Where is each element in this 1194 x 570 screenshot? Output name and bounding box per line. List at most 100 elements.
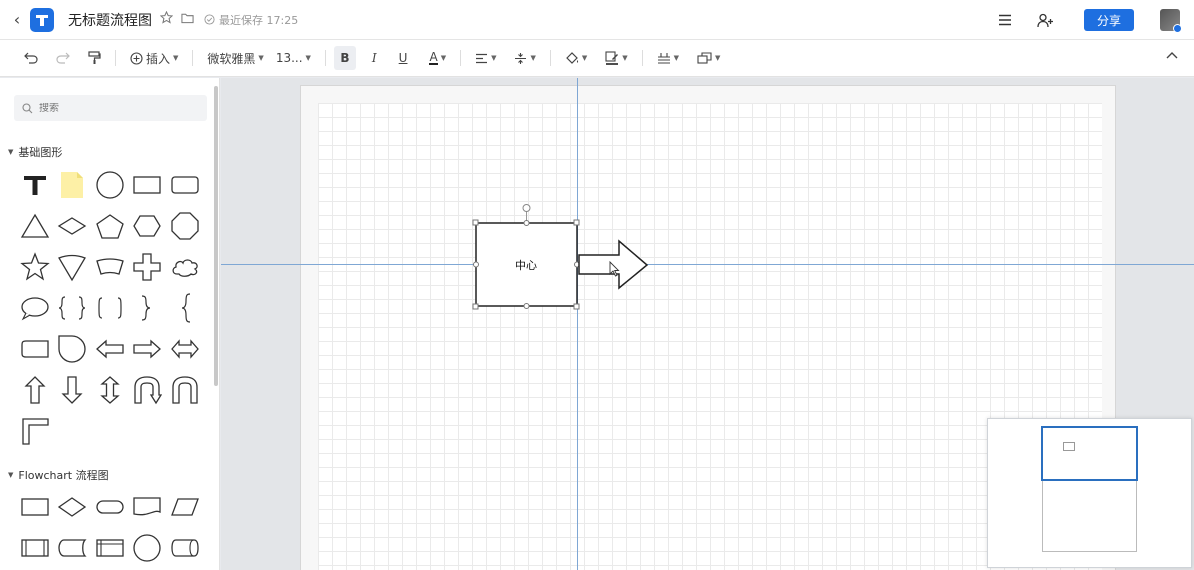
shape-data-storage[interactable] <box>16 328 54 369</box>
shape-circle[interactable] <box>91 164 129 205</box>
flow-internal-storage[interactable] <box>91 527 129 568</box>
shape-cloud[interactable] <box>166 246 204 287</box>
line-color-button[interactable]: ▼ <box>599 46 633 70</box>
avatar[interactable] <box>1160 9 1182 33</box>
shape-ellipse-callout[interactable] <box>16 287 54 328</box>
paint-bucket-icon <box>566 51 578 64</box>
caret-down-icon: ▼ <box>440 54 447 62</box>
shape-star[interactable] <box>16 246 54 287</box>
shape-up-arrow[interactable] <box>16 369 54 410</box>
shape-down-arrow[interactable] <box>54 369 92 410</box>
flow-decision[interactable] <box>54 486 92 527</box>
shape-u-shape[interactable] <box>166 369 204 410</box>
format-painter-button[interactable] <box>82 46 107 70</box>
align-button[interactable]: ▼ <box>469 46 502 70</box>
shape-braces[interactable] <box>54 287 92 328</box>
shape-arc-trapezoid[interactable] <box>91 246 129 287</box>
toolbar-divider <box>549 50 551 66</box>
shape-rounded-rectangle[interactable] <box>166 164 204 205</box>
font-family-select[interactable]: 微软雅黑 ▼ <box>201 46 269 70</box>
shape-note[interactable] <box>54 164 92 205</box>
collapse-toolbar-icon[interactable] <box>1166 48 1178 63</box>
resize-handle-n[interactable] <box>523 220 530 226</box>
redo-button[interactable] <box>50 46 76 70</box>
line-style-button[interactable]: ▼ <box>651 46 685 70</box>
shape-pentagon[interactable] <box>91 205 129 246</box>
rectangle-label[interactable]: 中心 <box>476 257 576 273</box>
shape-corner[interactable] <box>16 410 54 451</box>
share-button[interactable]: 分享 <box>1084 9 1134 31</box>
shape-search[interactable] <box>14 95 207 121</box>
shape-u-turn-arrow[interactable] <box>129 369 167 410</box>
resize-handle-sw[interactable] <box>472 303 479 310</box>
arrange-icon <box>697 52 712 64</box>
shape-left-brace[interactable] <box>166 287 204 328</box>
shape-cross[interactable] <box>129 246 167 287</box>
sidebar-scrollbar[interactable] <box>214 86 218 386</box>
shape-diamond[interactable] <box>54 205 92 246</box>
search-input[interactable] <box>39 102 189 114</box>
resize-handle-ne[interactable] <box>573 219 580 226</box>
flow-data[interactable] <box>166 486 204 527</box>
resize-handle-se[interactable] <box>573 303 580 310</box>
vertical-align-button[interactable]: ▼ <box>508 46 541 70</box>
shape-double-arrow[interactable] <box>166 328 204 369</box>
caret-down-icon: ▼ <box>581 54 588 62</box>
italic-button[interactable]: I <box>366 46 383 70</box>
format-toolbar: 插入 ▼ 微软雅黑 ▼ 13... ▼ B I U A ▼ ▼ ▼ ▼ ▼ ▼ … <box>0 40 1194 77</box>
flow-connector[interactable] <box>129 527 167 568</box>
shape-right-arrow[interactable] <box>129 328 167 369</box>
flow-predefined-process[interactable] <box>16 527 54 568</box>
resize-handle-nw[interactable] <box>472 219 479 226</box>
underline-button[interactable]: U <box>393 46 414 70</box>
resize-handle-s[interactable] <box>523 303 530 309</box>
flow-terminator[interactable] <box>91 486 129 527</box>
folder-icon[interactable] <box>181 12 194 28</box>
caret-down-icon: ▼ <box>173 54 179 62</box>
menu-icon[interactable] <box>994 9 1016 31</box>
flow-process[interactable] <box>16 486 54 527</box>
arrange-button[interactable]: ▼ <box>691 46 726 70</box>
flow-stored-data[interactable] <box>54 527 92 568</box>
undo-button[interactable] <box>18 46 44 70</box>
bold-button[interactable]: B <box>333 46 356 70</box>
section-flowchart[interactable]: ▼ Flowchart 流程图 <box>8 467 109 483</box>
font-color-button[interactable]: A ▼ <box>423 46 452 70</box>
rotation-handle[interactable] <box>522 204 531 212</box>
toolbar-divider <box>192 50 194 66</box>
back-icon[interactable]: ‹ <box>6 0 28 40</box>
shape-left-arrow[interactable] <box>91 328 129 369</box>
shape-library-sidebar: ▼ 基础图形 <box>0 78 220 570</box>
shape-rectangle[interactable] <box>129 164 167 205</box>
caret-down-icon: ▼ <box>673 54 680 62</box>
collapse-triangle-icon: ▼ <box>8 148 14 156</box>
document-title[interactable]: 无标题流程图 <box>68 10 152 30</box>
shape-delay[interactable] <box>54 328 92 369</box>
shape-hexagon[interactable] <box>129 205 167 246</box>
shape-octagon[interactable] <box>166 205 204 246</box>
shape-triangle[interactable] <box>16 205 54 246</box>
caret-down-icon: ▼ <box>622 54 628 62</box>
undo-icon <box>24 52 38 64</box>
font-size-select[interactable]: 13... ▼ <box>270 46 317 70</box>
shape-right-brace[interactable] <box>129 287 167 328</box>
font-color-label: A <box>429 50 438 65</box>
vertical-align-icon <box>515 52 527 64</box>
flow-document[interactable] <box>129 486 167 527</box>
app-logo[interactable] <box>30 7 54 32</box>
shape-brackets[interactable] <box>91 287 129 328</box>
shape-up-down-arrow[interactable] <box>91 369 129 410</box>
flow-direct-data[interactable] <box>166 527 204 568</box>
insert-button[interactable]: 插入 ▼ <box>124 46 184 70</box>
minimap-viewport[interactable] <box>1041 426 1138 481</box>
caret-down-icon: ▼ <box>491 54 497 62</box>
section-basic-shapes[interactable]: ▼ 基础图形 <box>8 144 62 160</box>
canvas-area[interactable]: 中心 <box>221 78 1194 570</box>
add-user-icon[interactable] <box>1034 9 1056 31</box>
shape-inverted-cone[interactable] <box>54 246 92 287</box>
redo-icon <box>56 52 70 64</box>
shape-text[interactable] <box>16 164 54 205</box>
star-icon[interactable] <box>159 10 174 28</box>
fill-color-button[interactable]: ▼ <box>559 46 593 70</box>
minimap[interactable] <box>987 418 1192 568</box>
